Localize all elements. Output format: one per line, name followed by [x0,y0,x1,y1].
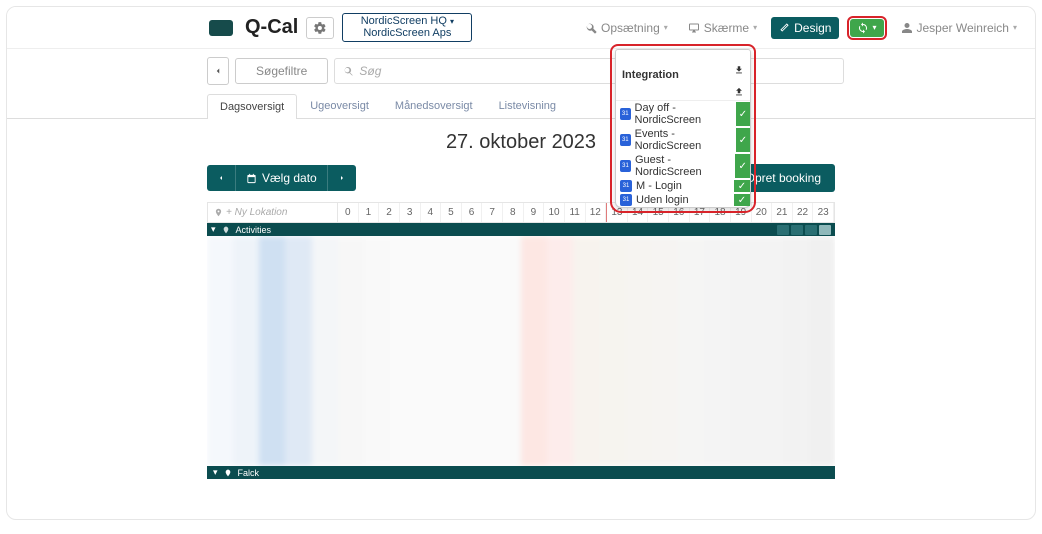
calendar-icon [620,108,631,120]
search-input[interactable]: Søg [334,58,844,84]
integration-label: Events - NordicScreen [635,128,732,152]
new-location-input[interactable]: + Ny Lokation [208,203,338,222]
tab-månedsoversigt[interactable]: Månedsoversigt [382,93,486,118]
calendar-icon [246,173,257,184]
user-menu[interactable]: Jesper Weinreich ▾ [895,17,1024,39]
group-falck-bar[interactable]: ▾ Falck [207,466,835,479]
hour-cell: 4 [421,203,442,222]
hour-cell: 12 [586,203,607,222]
chevron-down-icon: ▾ [450,17,454,26]
date-pager: Vælg dato [207,165,356,191]
calendar-icon [620,194,632,206]
integration-dropdown: Integration Day off - NordicScreen✓Event… [615,49,751,208]
integration-item[interactable]: Events - NordicScreen✓ [616,127,750,153]
calendar-icon [620,180,632,192]
hour-cell: 1 [359,203,380,222]
back-button[interactable] [207,57,229,85]
upload-icon[interactable] [734,87,744,97]
check-icon: ✓ [736,102,750,126]
org-line1: NordicScreen HQ [361,15,447,27]
date-heading: 27. oktober 2023 [7,119,1035,164]
download-icon[interactable] [734,65,744,75]
check-icon: ✓ [734,194,750,206]
calendar-icon [620,134,631,146]
integration-item[interactable]: Day off - NordicScreen✓ [616,101,750,127]
hour-cell: 22 [793,203,814,222]
hour-cell: 21 [772,203,793,222]
monitor-icon [688,22,700,34]
hour-scale: 01234567891011121314151617181920212223 [338,203,834,222]
hour-cell: 7 [482,203,503,222]
toolbar-row: Vælg dato Opret booking [7,164,1035,202]
prev-day-button[interactable] [207,165,235,191]
pin-icon [214,208,223,217]
org-selector[interactable]: NordicScreen HQ ▾ NordicScreen Aps [342,13,472,42]
pin-icon [222,226,230,234]
chevron-down-icon: ▾ [872,23,876,32]
integration-label: Guest - NordicScreen [635,154,731,178]
chevron-down-icon: ▾ [753,23,757,32]
chevron-right-icon [338,174,346,182]
chevron-left-icon [213,66,223,76]
integration-label: Day off - NordicScreen [635,102,732,126]
search-icon [343,66,354,77]
hour-cell: 23 [813,203,834,222]
integration-label: Uden login [636,194,689,206]
tools-icon [585,22,597,34]
search-filters-button[interactable]: Søgefiltre [235,58,328,84]
nav-opsatning[interactable]: Opsætning ▾ [579,17,674,39]
chevron-down-icon: ▾ [664,23,668,32]
integration-item[interactable]: M - Login ✓ [616,179,750,193]
check-icon: ✓ [734,180,750,192]
collapse-icon: ▾ [213,467,218,478]
hour-cell: 8 [503,203,524,222]
hour-cell: 11 [565,203,586,222]
hour-cell: 9 [524,203,545,222]
tab-ugeoversigt[interactable]: Ugeoversigt [297,93,382,118]
calendar-icon [620,160,631,172]
nav-skerme[interactable]: Skærme ▾ [682,17,763,39]
sync-icon [857,22,869,34]
hour-cell: 0 [338,203,359,222]
integration-item[interactable]: Uden login ✓ [616,193,750,207]
integration-label: M - Login [636,180,682,192]
tab-listevisning[interactable]: Listevisning [486,93,569,118]
ruler-icon [779,22,790,33]
user-icon [901,22,913,34]
group-chips [777,225,831,235]
hour-cell: 10 [544,203,565,222]
choose-date-button[interactable]: Vælg dato [235,165,327,191]
hour-cell: 20 [752,203,773,222]
hour-cell: 3 [400,203,421,222]
sync-button-highlight: ▾ [847,16,886,40]
timeline: + Ny Lokation 01234567891011121314151617… [7,202,1035,479]
check-icon: ✓ [735,154,750,178]
next-day-button[interactable] [327,165,356,191]
top-nav: Q-Cal NordicScreen HQ ▾ NordicScreen Aps… [7,7,1035,49]
collapse-icon: ▾ [211,224,216,235]
view-tabs: DagsoversigtUgeoversigtMånedsoversigtLis… [7,93,1035,119]
chevron-left-icon [217,174,225,182]
sync-dropdown-button[interactable]: ▾ [850,19,883,37]
check-icon: ✓ [736,128,750,152]
schedule-body[interactable] [207,236,835,466]
integration-item[interactable]: Guest - NordicScreen✓ [616,153,750,179]
logo-mark [209,20,233,36]
hour-cell: 6 [462,203,483,222]
filter-bar: Søgefiltre Søg [7,49,1035,93]
hour-cell: 5 [441,203,462,222]
org-line2: NordicScreen Aps [363,28,451,40]
integration-dropdown-header: Integration [616,50,750,101]
gear-icon [313,21,327,35]
tab-dagsoversigt[interactable]: Dagsoversigt [207,94,297,119]
logo-text: Q-Cal [245,16,298,39]
group-activities-bar[interactable]: ▾ Activities [207,223,835,236]
chevron-down-icon: ▾ [1013,23,1017,32]
hour-cell: 2 [379,203,400,222]
settings-gear-button[interactable] [306,17,334,39]
pin-icon [224,469,232,477]
design-button[interactable]: Design [771,17,839,39]
